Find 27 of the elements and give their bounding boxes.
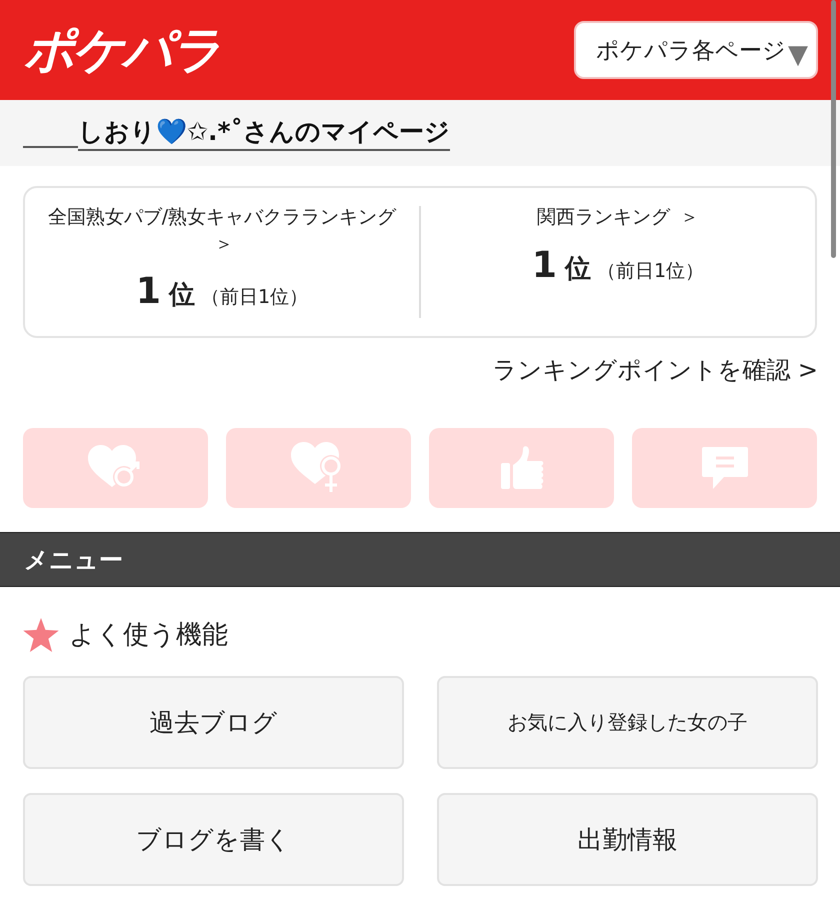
ranking-link[interactable]: 全国熟女パブ/熟女キャバクラランキング [48,206,396,228]
rank-number: 1 [136,271,161,312]
action-button[interactable] [429,428,614,508]
action-button[interactable] [226,428,411,508]
page-title-link[interactable]: しおり💙✩.*˚さんのマイページ [78,115,450,151]
menu-button[interactable]: 過去ブログ [23,676,404,769]
ranking-link[interactable]: 関西ランキング [536,206,670,228]
menu-button[interactable]: 出勤情報 [437,793,818,886]
chevron-arrow[interactable]: ＞ [214,232,234,255]
star-icon [23,618,59,652]
rank-unit: 位 [168,279,195,312]
logo[interactable]: ポケパラ [24,16,220,84]
menu-button[interactable]: ブログを書く [23,793,404,886]
chevron-arrow[interactable]: ＞ [680,206,700,228]
rank-number: 1 [532,244,557,286]
section-title: よく使う機能 [69,619,228,652]
caret-icon: ▼ [788,40,808,70]
ranking-points-link[interactable]: ランキングポイントを確認 > [492,354,818,386]
previous-rank: （前日1位） [596,258,704,284]
thumbs-up-icon [498,445,544,491]
previous-rank: （前日1位） [200,285,308,310]
menu-button[interactable]: お気に入り登録した女の子 [437,676,818,769]
chat-icon [700,445,750,491]
action-button[interactable] [23,428,208,508]
action-button[interactable] [632,428,817,508]
menu-heading: メニュー [24,544,123,576]
rank-unit: 位 [564,252,591,286]
